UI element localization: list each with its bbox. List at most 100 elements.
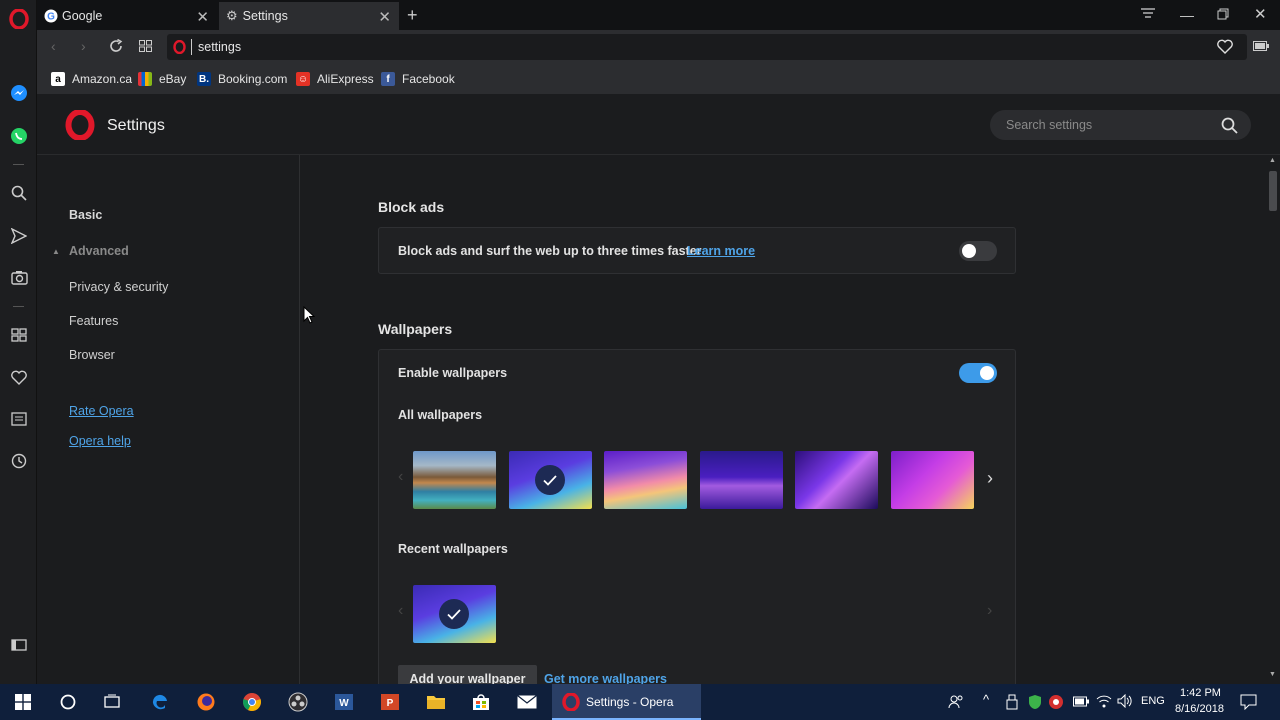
obs-icon[interactable]: [287, 691, 309, 713]
close-tab-icon[interactable]: ✕: [378, 8, 391, 26]
learn-more-link[interactable]: Learn more: [687, 244, 755, 258]
tab-settings[interactable]: ⚙ Settings ✕: [219, 2, 399, 30]
scroll-thumb[interactable]: [1269, 171, 1277, 211]
action-center-icon[interactable]: [1240, 694, 1257, 710]
usb-icon[interactable]: [1006, 694, 1018, 710]
recent-wallpapers-label: Recent wallpapers: [398, 542, 508, 556]
messenger-icon[interactable]: [8, 82, 30, 104]
recent-wallpaper-thumb[interactable]: [413, 585, 496, 643]
sidebar-divider: [13, 306, 24, 307]
wallpaper-thumb-selected[interactable]: [509, 451, 592, 509]
enable-wallpapers-toggle[interactable]: [959, 363, 997, 383]
wallpaper-thumb-pink[interactable]: [891, 451, 974, 509]
history-icon[interactable]: [8, 450, 30, 472]
nav-advanced[interactable]: Advanced: [69, 244, 129, 258]
close-window-button[interactable]: ✕: [1254, 5, 1267, 23]
tab-title: Google: [62, 9, 103, 23]
word-icon[interactable]: W: [333, 691, 355, 713]
bookmark-amazon[interactable]: a Amazon.ca: [51, 70, 132, 88]
aliexpress-icon: ☺: [296, 72, 310, 86]
volume-icon[interactable]: [1117, 694, 1133, 708]
bookmark-aliexpress[interactable]: ☺ AliExpress: [296, 70, 374, 88]
heart-icon[interactable]: [8, 366, 30, 388]
task-view-icon[interactable]: [101, 691, 123, 713]
next-arrow-icon[interactable]: ›: [987, 468, 993, 489]
nav-features[interactable]: Features: [69, 314, 118, 328]
antivirus-icon[interactable]: [1048, 694, 1064, 710]
bookmark-ebay[interactable]: eBay: [138, 70, 186, 88]
close-tab-icon[interactable]: ✕: [196, 8, 209, 26]
wallpaper-thumb-mountains[interactable]: [700, 451, 783, 509]
back-icon[interactable]: ‹: [51, 38, 56, 54]
speed-dial-icon[interactable]: [8, 324, 30, 346]
prev-arrow-icon[interactable]: ‹: [398, 468, 403, 486]
bookmark-booking[interactable]: B. Booking.com: [197, 70, 287, 88]
scroll-up-icon[interactable]: ▲: [1269, 157, 1276, 164]
rate-opera-link[interactable]: Rate Opera: [69, 404, 134, 418]
file-explorer-icon[interactable]: [425, 691, 447, 713]
all-wallpapers-label: All wallpapers: [398, 408, 483, 422]
forward-icon[interactable]: ›: [81, 38, 86, 54]
reload-icon[interactable]: [109, 39, 123, 53]
wallpaper-thumb-ribbon[interactable]: [795, 451, 878, 509]
recent-prev-arrow-icon[interactable]: ‹: [398, 602, 403, 620]
scrollbar[interactable]: ▲ ▼: [1266, 155, 1280, 684]
recent-next-arrow-icon[interactable]: ›: [987, 602, 992, 620]
firefox-icon[interactable]: [195, 691, 217, 713]
battery-icon[interactable]: [1073, 696, 1089, 707]
search-icon[interactable]: [8, 182, 30, 204]
whatsapp-icon[interactable]: [8, 125, 30, 147]
collapse-arrow-icon[interactable]: ▲: [52, 247, 60, 256]
wallpapers-title: Wallpapers: [378, 321, 453, 337]
tab-menu-icon[interactable]: [1141, 8, 1155, 20]
bookmark-heart-icon[interactable]: [1217, 39, 1233, 54]
minimize-button[interactable]: —: [1180, 7, 1194, 23]
tabs-grid-icon[interactable]: [139, 40, 152, 52]
mouse-cursor: [303, 306, 315, 324]
taskbar-app-title: Settings - Opera: [586, 695, 674, 709]
clock-time[interactable]: 1:42 PM: [1180, 687, 1221, 699]
clock-date[interactable]: 8/16/2018: [1175, 703, 1224, 715]
nav-basic[interactable]: Basic: [69, 208, 102, 222]
svg-text:G: G: [47, 12, 55, 23]
mail-icon[interactable]: [516, 691, 538, 713]
url-text: settings: [198, 40, 242, 54]
battery-saver-icon[interactable]: [1253, 41, 1269, 51]
scroll-down-icon[interactable]: ▼: [1269, 671, 1276, 678]
nav-privacy-security[interactable]: Privacy & security: [69, 280, 168, 294]
block-ads-toggle[interactable]: [959, 241, 997, 261]
windows-start-icon[interactable]: [12, 691, 34, 713]
nav-browser[interactable]: Browser: [69, 348, 115, 362]
wallpaper-thumb-waves[interactable]: [604, 451, 687, 509]
wallpaper-thumb-lake[interactable]: [413, 451, 496, 509]
checkmark-icon: [439, 599, 469, 629]
language-indicator[interactable]: ENG: [1141, 695, 1165, 707]
search-settings-input[interactable]: Search settings: [990, 110, 1251, 140]
cortana-icon[interactable]: [57, 691, 79, 713]
address-field[interactable]: settings: [167, 34, 1247, 60]
new-tab-button[interactable]: +: [407, 5, 418, 26]
camera-icon[interactable]: [8, 266, 30, 288]
amazon-icon: a: [51, 72, 65, 86]
people-icon[interactable]: [948, 694, 964, 710]
store-icon[interactable]: [470, 691, 492, 713]
tab-bar: G Google ✕ ⚙ Settings ✕ + — ✕: [37, 0, 1280, 30]
search-icon: [1221, 117, 1238, 134]
taskbar-active-opera[interactable]: Settings - Opera: [552, 684, 701, 720]
opera-help-link[interactable]: Opera help: [69, 434, 131, 448]
edge-icon[interactable]: [149, 691, 171, 713]
booking-icon: B.: [197, 72, 211, 86]
wifi-icon[interactable]: [1096, 694, 1112, 708]
tab-google[interactable]: G Google ✕: [37, 2, 217, 30]
defender-icon[interactable]: [1027, 694, 1043, 710]
send-icon[interactable]: [8, 225, 30, 247]
restore-button[interactable]: [1217, 8, 1229, 20]
chrome-icon[interactable]: [241, 691, 263, 713]
bookmark-facebook[interactable]: f Facebook: [381, 70, 455, 88]
tray-overflow-icon[interactable]: ^: [983, 692, 989, 707]
news-icon[interactable]: [8, 408, 30, 430]
powerpoint-icon[interactable]: P: [379, 691, 401, 713]
checkmark-icon: [535, 465, 565, 495]
opera-menu-icon[interactable]: [8, 8, 30, 30]
sidebar-toggle-icon[interactable]: [8, 634, 30, 656]
